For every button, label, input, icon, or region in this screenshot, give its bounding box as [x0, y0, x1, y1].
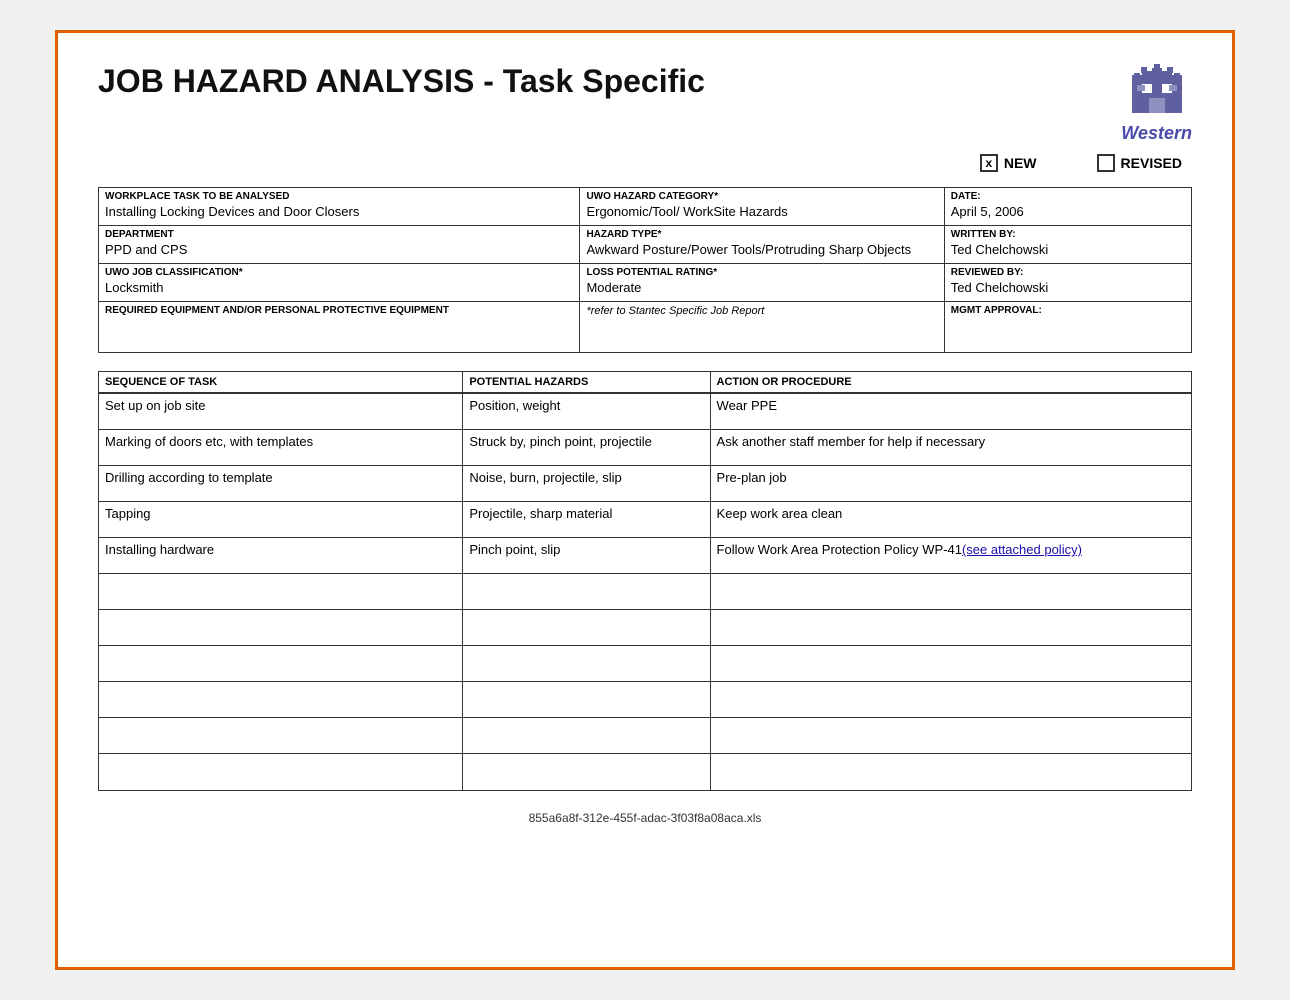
- seq-cell: Installing hardware: [99, 538, 463, 573]
- table-row: [99, 682, 1191, 718]
- act-cell: [711, 682, 1191, 717]
- footer-filename: 855a6a8f-312e-455f-adac-3f03f8a08aca.xls: [529, 811, 762, 825]
- haz-cell: [463, 646, 710, 681]
- act-cell: Keep work area clean: [711, 502, 1191, 537]
- seq-cell: [99, 610, 463, 645]
- uwo-hazard-cell: UWO HAZARD CATEGORY* Ergonomic/Tool/ Wor…: [580, 188, 944, 225]
- haz-cell: [463, 682, 710, 717]
- act-cell: [711, 646, 1191, 681]
- seq-cell: [99, 682, 463, 717]
- revised-status: REVISED: [1097, 154, 1182, 172]
- table-row: Installing hardwarePinch point, slipFoll…: [99, 538, 1191, 574]
- new-label: NEW: [1004, 155, 1037, 171]
- date-cell: DATE: April 5, 2006: [945, 188, 1191, 225]
- act-cell: Ask another staff member for help if nec…: [711, 430, 1191, 465]
- seq-cell: [99, 718, 463, 753]
- table-row: [99, 574, 1191, 610]
- tasks-header: SEQUENCE OF TASK POTENTIAL HAZARDS ACTIO…: [99, 372, 1191, 394]
- logo-text: Western: [1121, 123, 1192, 144]
- written-by-cell: WRITTEN BY: Ted Chelchowski: [945, 226, 1191, 263]
- title: JOB HAZARD ANALYSIS - Task Specific: [98, 63, 705, 100]
- seq-cell: Drilling according to template: [99, 466, 463, 501]
- reviewed-by-cell: REVIEWED BY: Ted Chelchowski: [945, 264, 1191, 301]
- required-equip-cell: REQUIRED EQUIPMENT AND/OR PERSONAL PROTE…: [99, 302, 580, 352]
- new-checkbox: [980, 154, 998, 172]
- form-grid: WORKPLACE TASK TO BE ANALYSED Installing…: [98, 187, 1192, 353]
- department-cell: DEPARTMENT PPD and CPS: [99, 226, 580, 263]
- haz-cell: [463, 754, 710, 790]
- hazard-type-cell: HAZARD TYPE* Awkward Posture/Power Tools…: [580, 226, 944, 263]
- workplace-task-cell: WORKPLACE TASK TO BE ANALYSED Installing…: [99, 188, 580, 225]
- act-cell: Wear PPE: [711, 394, 1191, 429]
- seq-cell: Tapping: [99, 502, 463, 537]
- act-cell: [711, 574, 1191, 609]
- new-status: NEW: [980, 154, 1037, 172]
- table-row: Drilling according to templateNoise, bur…: [99, 466, 1191, 502]
- task-rows-container: Set up on job sitePosition, weightWear P…: [99, 394, 1191, 790]
- haz-cell: [463, 718, 710, 753]
- table-row: [99, 610, 1191, 646]
- castle-icon: [1127, 63, 1187, 118]
- haz-cell: Pinch point, slip: [463, 538, 710, 573]
- loss-potential-cell: LOSS POTENTIAL RATING* Moderate: [580, 264, 944, 301]
- form-row-4: REQUIRED EQUIPMENT AND/OR PERSONAL PROTE…: [99, 302, 1191, 352]
- haz-cell: [463, 574, 710, 609]
- form-row-3: UWO JOB CLASSIFICATION* Locksmith LOSS P…: [99, 264, 1191, 302]
- form-row-2: DEPARTMENT PPD and CPS HAZARD TYPE* Awkw…: [99, 226, 1191, 264]
- header-section: JOB HAZARD ANALYSIS - Task Specific: [98, 63, 1192, 144]
- haz-cell: Position, weight: [463, 394, 710, 429]
- table-row: Marking of doors etc, with templatesStru…: [99, 430, 1191, 466]
- tasks-table: SEQUENCE OF TASK POTENTIAL HAZARDS ACTIO…: [98, 371, 1192, 791]
- table-row: TappingProjectile, sharp materialKeep wo…: [99, 502, 1191, 538]
- act-cell: [711, 610, 1191, 645]
- seq-cell: [99, 646, 463, 681]
- seq-cell: [99, 754, 463, 790]
- revised-checkbox: [1097, 154, 1115, 172]
- col-act-header: ACTION OR PROCEDURE: [711, 372, 1191, 392]
- col-seq-header: SEQUENCE OF TASK: [99, 372, 463, 392]
- uwo-job-cell: UWO JOB CLASSIFICATION* Locksmith: [99, 264, 580, 301]
- policy-link[interactable]: (see attached policy): [962, 542, 1082, 557]
- refer-cell: *refer to Stantec Specific Job Report: [580, 302, 944, 352]
- logo-area: Western: [1121, 63, 1192, 144]
- table-row: Set up on job sitePosition, weightWear P…: [99, 394, 1191, 430]
- mgmt-approval-cell: MGMT APPROVAL:: [945, 302, 1191, 352]
- haz-cell: Struck by, pinch point, projectile: [463, 430, 710, 465]
- page-wrapper: JOB HAZARD ANALYSIS - Task Specific: [55, 30, 1235, 970]
- col-haz-header: POTENTIAL HAZARDS: [463, 372, 710, 392]
- haz-cell: Noise, burn, projectile, slip: [463, 466, 710, 501]
- act-cell: Pre-plan job: [711, 466, 1191, 501]
- status-row: NEW REVISED: [98, 154, 1192, 172]
- form-row-1: WORKPLACE TASK TO BE ANALYSED Installing…: [99, 188, 1191, 226]
- seq-cell: [99, 574, 463, 609]
- revised-label: REVISED: [1121, 155, 1182, 171]
- seq-cell: Set up on job site: [99, 394, 463, 429]
- act-cell: Follow Work Area Protection Policy WP-41…: [711, 538, 1191, 573]
- table-row: [99, 754, 1191, 790]
- table-row: [99, 646, 1191, 682]
- haz-cell: [463, 610, 710, 645]
- table-row: [99, 718, 1191, 754]
- seq-cell: Marking of doors etc, with templates: [99, 430, 463, 465]
- act-cell: [711, 718, 1191, 753]
- act-cell: [711, 754, 1191, 790]
- footer: 855a6a8f-312e-455f-adac-3f03f8a08aca.xls: [98, 811, 1192, 825]
- haz-cell: Projectile, sharp material: [463, 502, 710, 537]
